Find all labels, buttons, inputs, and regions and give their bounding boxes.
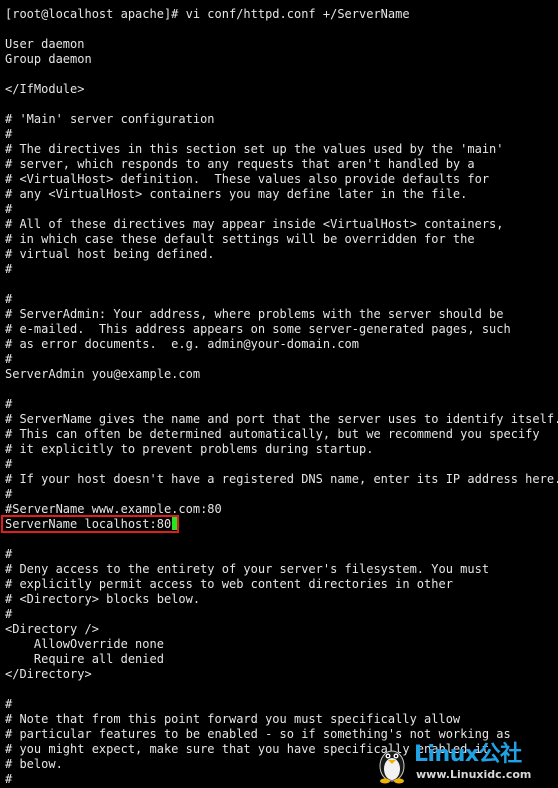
watermark: Linux公社 www.Linuxidc.com: [374, 742, 554, 786]
config-line: #: [5, 262, 13, 276]
config-line: # virtual host being defined.: [5, 247, 215, 261]
tux-penguin-icon: [379, 750, 405, 784]
config-line: </IfModule>: [5, 82, 85, 96]
config-line: # 'Main' server configuration: [5, 112, 215, 126]
config-line: </Directory>: [5, 667, 92, 681]
config-line: #: [5, 202, 13, 216]
config-line: # <Directory> blocks below.: [5, 592, 201, 606]
config-line: #: [5, 292, 13, 306]
config-line: # any <VirtualHost> containers you may d…: [5, 187, 468, 201]
config-line: # If your host doesn't have a registered…: [5, 472, 558, 486]
config-line: #: [5, 487, 13, 501]
config-line: # Deny access to the entirety of your se…: [5, 562, 490, 576]
shell-prompt-line: [root@localhost apache]# vi conf/httpd.c…: [5, 7, 410, 21]
watermark-brand: Linux公社: [414, 742, 522, 767]
config-line: ServerAdmin you@example.com: [5, 367, 201, 381]
config-line: #: [5, 547, 13, 561]
watermark-url: www.Linuxidc.com: [416, 768, 532, 781]
config-line: #: [5, 127, 13, 141]
config-line: # explicitly permit access to web conten…: [5, 577, 453, 591]
config-line: #: [5, 772, 13, 786]
config-line: # it explicitly to prevent problems duri…: [5, 442, 374, 456]
config-line: # in which case these default settings w…: [5, 232, 475, 246]
config-line: # The directives in this section set up …: [5, 142, 504, 156]
config-line: Require all denied: [5, 652, 164, 666]
config-line: # ServerName gives the name and port tha…: [5, 412, 558, 426]
config-line: #: [5, 607, 13, 621]
config-line: AllowOverride none: [5, 637, 164, 651]
config-line: # All of these directives may appear ins…: [5, 217, 504, 231]
config-line: # Note that from this point forward you …: [5, 712, 461, 726]
config-line: #: [5, 697, 13, 711]
config-line: # particular features to be enabled - so…: [5, 727, 511, 741]
config-line: #: [5, 397, 13, 411]
config-line: #: [5, 457, 13, 471]
config-line: # <VirtualHost> definition. These values…: [5, 172, 490, 186]
config-line: # as error documents. e.g. admin@your-do…: [5, 337, 360, 351]
config-line: Group daemon: [5, 52, 92, 66]
config-line: User daemon: [5, 37, 85, 51]
config-line: # This can often be determined automatic…: [5, 427, 540, 441]
config-line: <Directory />: [5, 622, 99, 636]
terminal-window[interactable]: [root@localhost apache]# vi conf/httpd.c…: [0, 0, 558, 788]
highlight-box: [1, 515, 179, 533]
config-line: # ServerAdmin: Your address, where probl…: [5, 307, 504, 321]
config-line: # server, which responds to any requests…: [5, 157, 475, 171]
config-line: #: [5, 352, 13, 366]
config-line: # e-mailed. This address appears on some…: [5, 322, 511, 336]
config-line: # below.: [5, 757, 63, 771]
